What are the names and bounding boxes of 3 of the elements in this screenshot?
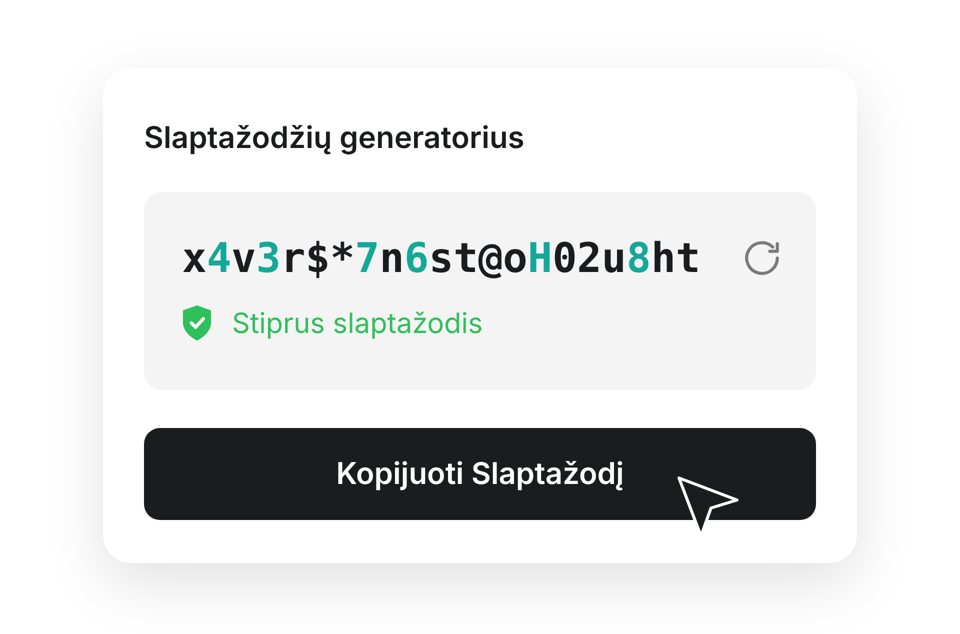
card-title: Slaptažodžių generatorius (144, 119, 526, 158)
password-text: x4v3r$*7n6st@oH02u8ht (182, 233, 700, 284)
strength-label: Stiprus slaptažodis (232, 305, 483, 341)
